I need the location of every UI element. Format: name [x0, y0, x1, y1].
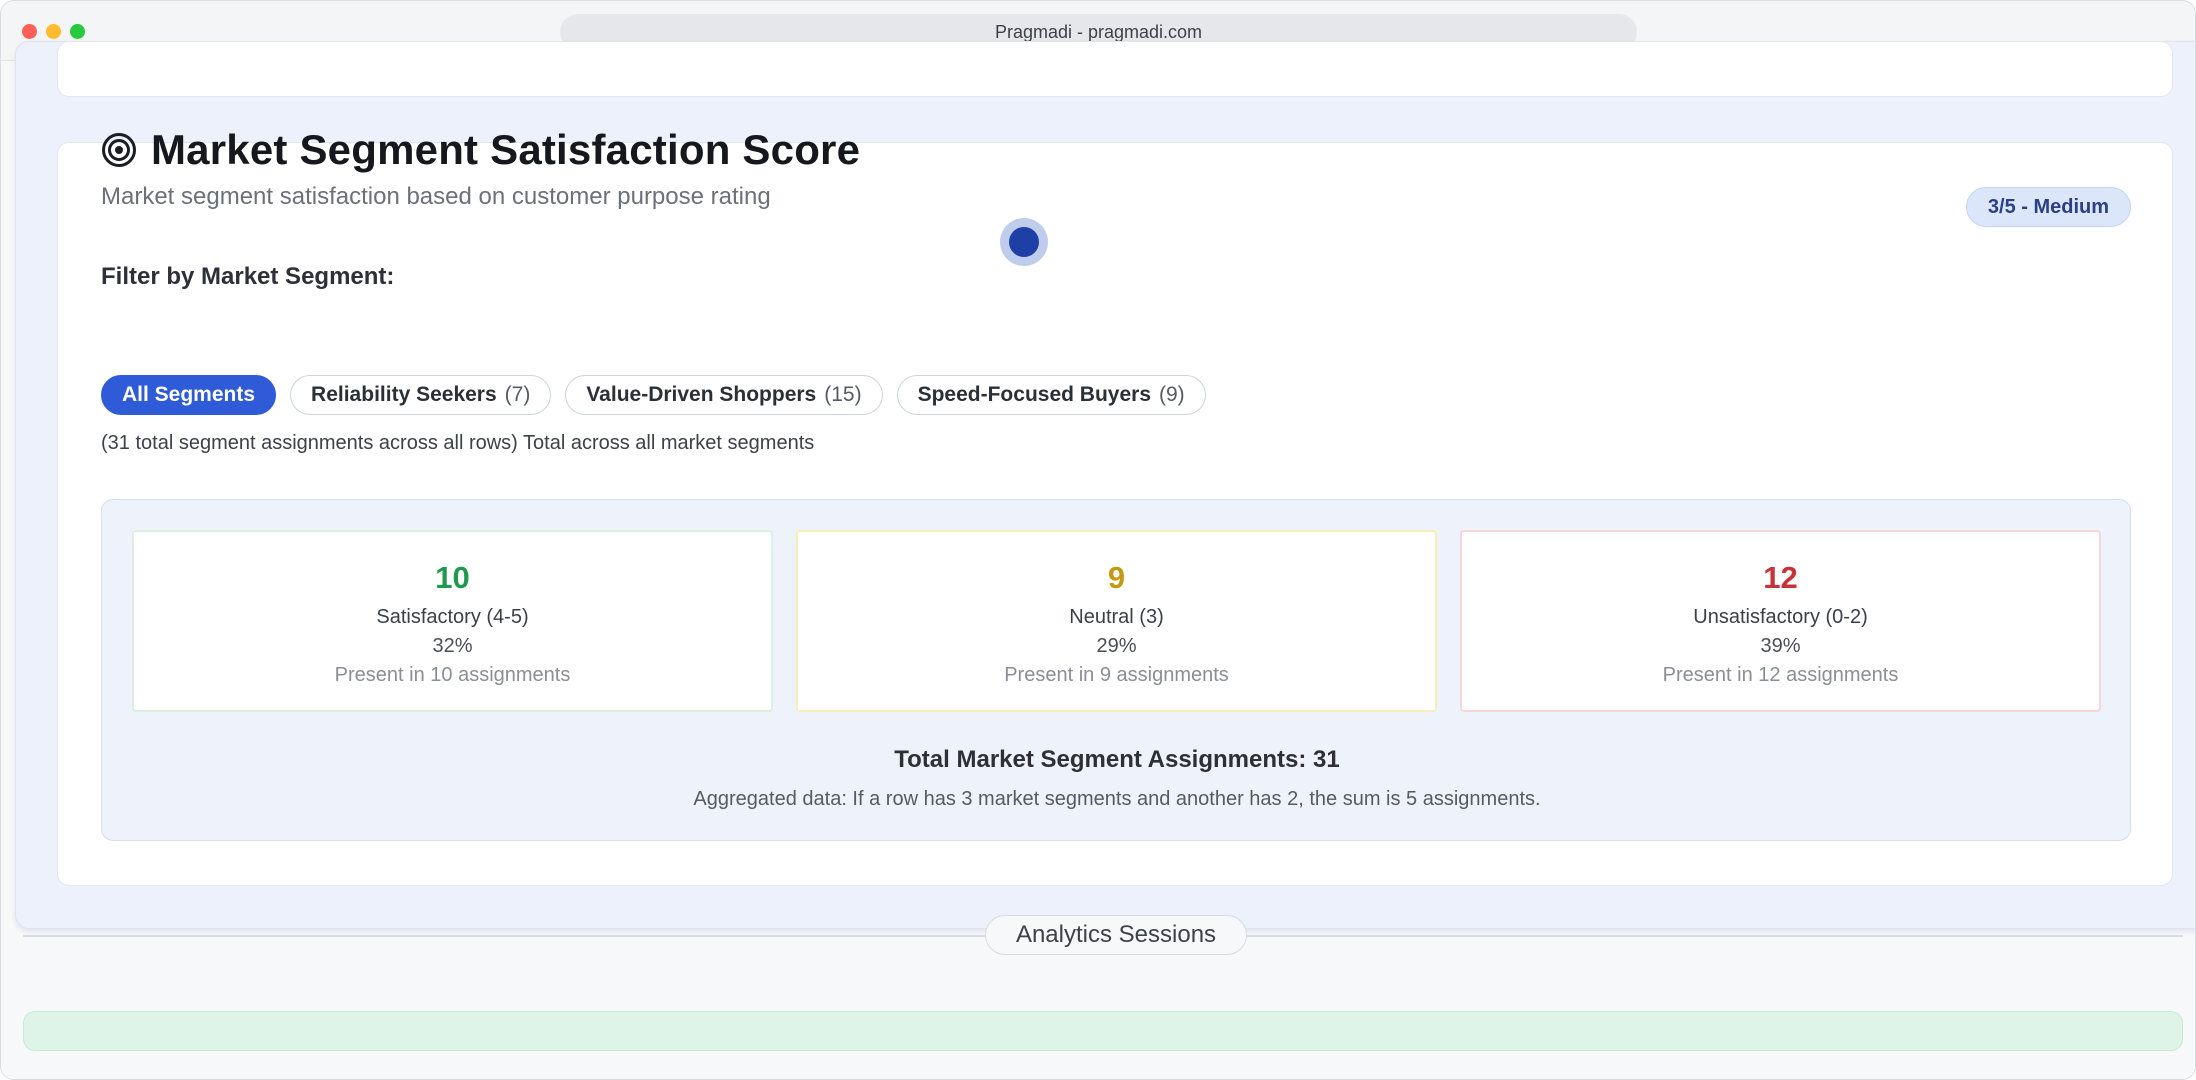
stat-value: 12 — [1763, 560, 1798, 595]
score-badge: 3/5 - Medium — [1966, 187, 2131, 227]
stat-label: Neutral (3) — [1069, 606, 1164, 628]
minimize-window-button[interactable] — [46, 24, 61, 39]
close-window-button[interactable] — [22, 24, 37, 39]
cursor-indicator — [1000, 218, 1048, 266]
stat-label: Satisfactory (4-5) — [376, 606, 529, 628]
stat-card-neutral: 9 Neutral (3) 29% Present in 9 assignmen… — [796, 530, 1437, 712]
address-bar-text: Pragmadi - pragmadi.com — [994, 21, 1203, 42]
chip-label: Speed-Focused Buyers — [917, 383, 1151, 406]
stat-percent: 29% — [1096, 635, 1137, 657]
stat-value: 10 — [435, 560, 470, 595]
chip-speed-focused-buyers[interactable]: Speed-Focused Buyers (9) — [896, 375, 1206, 415]
stat-present: Present in 9 assignments — [1004, 664, 1229, 686]
chip-value-driven-shoppers[interactable]: Value-Driven Shoppers (15) — [565, 375, 883, 415]
stat-card-satisfactory: 10 Satisfactory (4-5) 32% Present in 10 … — [132, 530, 773, 712]
stat-value: 9 — [1107, 560, 1126, 595]
section-subtitle: Market segment satisfaction based on cus… — [101, 183, 771, 210]
stat-present: Present in 12 assignments — [1662, 664, 1899, 686]
maximize-window-button[interactable] — [70, 24, 85, 39]
stat-percent: 39% — [1760, 635, 1801, 657]
chip-label: All Segments — [122, 383, 256, 406]
filter-label: Filter by Market Segment: — [101, 263, 395, 290]
stats-panel: 10 Satisfactory (4-5) 32% Present in 10 … — [101, 499, 2131, 841]
stat-card-unsatisfactory: 12 Unsatisfactory (0-2) 39% Present in 1… — [1460, 530, 2101, 712]
section-title: Market Segment Satisfaction Score — [151, 126, 861, 173]
next-section-card — [23, 1011, 2183, 1051]
chip-label: Reliability Seekers — [311, 383, 497, 406]
total-assignments-note: (31 total segment assignments across all… — [101, 432, 815, 454]
target-icon — [102, 133, 136, 167]
cursor-indicator-center — [1009, 227, 1039, 257]
chip-count: (9) — [1159, 383, 1185, 406]
analytics-sessions-label: Analytics Sessions — [985, 915, 1247, 955]
stat-present: Present in 10 assignments — [334, 664, 571, 686]
stats-note: Aggregated data: If a row has 3 market s… — [693, 788, 1541, 810]
browser-window: Pragmadi - pragmadi.com Market Segment S… — [0, 0, 2196, 1080]
segment-filter-chips: All Segments Reliability Seekers (7) Val… — [101, 375, 1206, 415]
previous-card — [57, 41, 2173, 97]
chip-all-segments[interactable]: All Segments — [101, 375, 277, 415]
stats-total: Total Market Segment Assignments: 31 — [894, 746, 1340, 773]
section-header: Market Segment Satisfaction Score — [101, 126, 860, 174]
stat-percent: 32% — [432, 635, 473, 657]
chip-label: Value-Driven Shoppers — [586, 383, 817, 406]
chip-count: (7) — [504, 383, 531, 406]
chip-count: (15) — [824, 383, 862, 406]
stat-label: Unsatisfactory (0-2) — [1693, 606, 1868, 628]
chip-reliability-seekers[interactable]: Reliability Seekers (7) — [290, 375, 552, 415]
